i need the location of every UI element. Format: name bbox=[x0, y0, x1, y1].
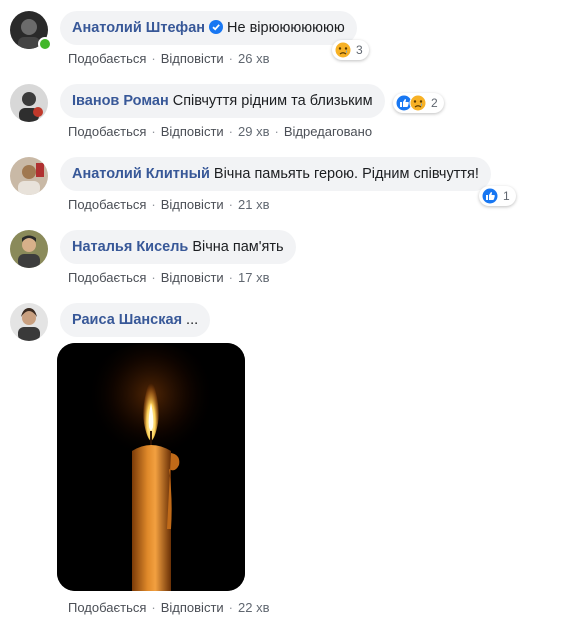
reactions-summary[interactable]: 3 bbox=[332, 40, 369, 60]
comment-actions: Подобається · Відповісти · 22 хв bbox=[68, 600, 270, 615]
avatar[interactable] bbox=[10, 84, 48, 122]
like-link[interactable]: Подобається bbox=[68, 124, 146, 139]
reactions-count: 3 bbox=[356, 43, 363, 57]
avatar[interactable] bbox=[10, 230, 48, 268]
online-status-icon bbox=[38, 37, 52, 51]
comment-time[interactable]: 21 хв bbox=[238, 197, 269, 212]
comment-actions: Подобається · Відповісти · 17 хв bbox=[68, 270, 270, 285]
separator: · bbox=[228, 270, 234, 285]
reply-link[interactable]: Відповісти bbox=[161, 124, 224, 139]
separator: · bbox=[151, 124, 156, 139]
comment-bubble: Раиса Шанская... bbox=[60, 303, 211, 337]
reactions-count: 2 bbox=[431, 96, 438, 110]
comment-text: Співчуття рідним та близьким bbox=[172, 93, 373, 109]
verified-badge-icon bbox=[209, 20, 224, 34]
separator: · bbox=[228, 600, 234, 615]
comment-text: Вічна памьять герою. Рідним співчуття! bbox=[213, 166, 479, 182]
separator: · bbox=[151, 270, 156, 285]
separator: · bbox=[228, 197, 234, 212]
comment-bubble: Наталья Кисель Вічна пам'ять bbox=[60, 230, 296, 264]
separator: · bbox=[151, 197, 156, 212]
comment-actions: Подобається · Відповісти · 21 хв bbox=[68, 197, 270, 212]
like-icon bbox=[481, 187, 499, 205]
like-link[interactable]: Подобається bbox=[68, 270, 146, 285]
sad-icon bbox=[409, 94, 427, 112]
comment-actions: Подобається · Відповісти · 29 хв · Відредагова… bbox=[68, 124, 372, 139]
candle-photo[interactable] bbox=[57, 343, 245, 591]
separator: · bbox=[228, 51, 234, 66]
comment-text: Не вірююююююю bbox=[227, 20, 345, 36]
comment-text: ... bbox=[186, 312, 199, 328]
separator: · bbox=[274, 124, 279, 139]
comment-author[interactable]: Анатолий Штефан bbox=[72, 20, 205, 36]
like-link[interactable]: Подобається bbox=[68, 600, 146, 615]
edited-link[interactable]: Відредаговано bbox=[284, 124, 372, 139]
comment-time[interactable]: 29 хв bbox=[238, 124, 269, 139]
reply-link[interactable]: Відповісти bbox=[161, 270, 224, 285]
separator: · bbox=[228, 124, 234, 139]
comment-bubble: Іванов Роман Співчуття рідним та близьким bbox=[60, 84, 385, 118]
avatar[interactable] bbox=[10, 157, 48, 195]
reactions-summary[interactable]: 1 bbox=[479, 186, 516, 206]
comment-bubble: Анатолий Штефан Не вірююююююю bbox=[60, 11, 357, 45]
comment-actions: Подобається · Відповісти · 26 хв bbox=[68, 51, 270, 66]
avatar[interactable] bbox=[10, 303, 48, 341]
reactions-summary[interactable]: 2 bbox=[393, 93, 444, 113]
separator: · bbox=[151, 600, 156, 615]
comment-text: Вічна пам'ять bbox=[192, 239, 284, 255]
reactions-count: 1 bbox=[503, 189, 510, 203]
like-link[interactable]: Подобається bbox=[68, 197, 146, 212]
comment-author[interactable]: Раиса Шанская bbox=[72, 312, 182, 328]
reply-link[interactable]: Відповісти bbox=[161, 197, 224, 212]
reply-link[interactable]: Відповісти bbox=[161, 600, 224, 615]
comment-time[interactable]: 22 хв bbox=[238, 600, 269, 615]
reply-link[interactable]: Відповісти bbox=[161, 51, 224, 66]
comment-author[interactable]: Наталья Кисель bbox=[72, 239, 188, 255]
comment-author[interactable]: Іванов Роман bbox=[72, 93, 169, 109]
comment-time[interactable]: 17 хв bbox=[238, 270, 269, 285]
comment-author[interactable]: Анатолий Клитный bbox=[72, 166, 210, 182]
like-link[interactable]: Подобається bbox=[68, 51, 146, 66]
separator: · bbox=[151, 51, 156, 66]
comment-time[interactable]: 26 хв bbox=[238, 51, 269, 66]
comment-bubble: Анатолий Клитный Вічна памьять герою. Рід… bbox=[60, 157, 491, 191]
sad-icon bbox=[334, 41, 352, 59]
